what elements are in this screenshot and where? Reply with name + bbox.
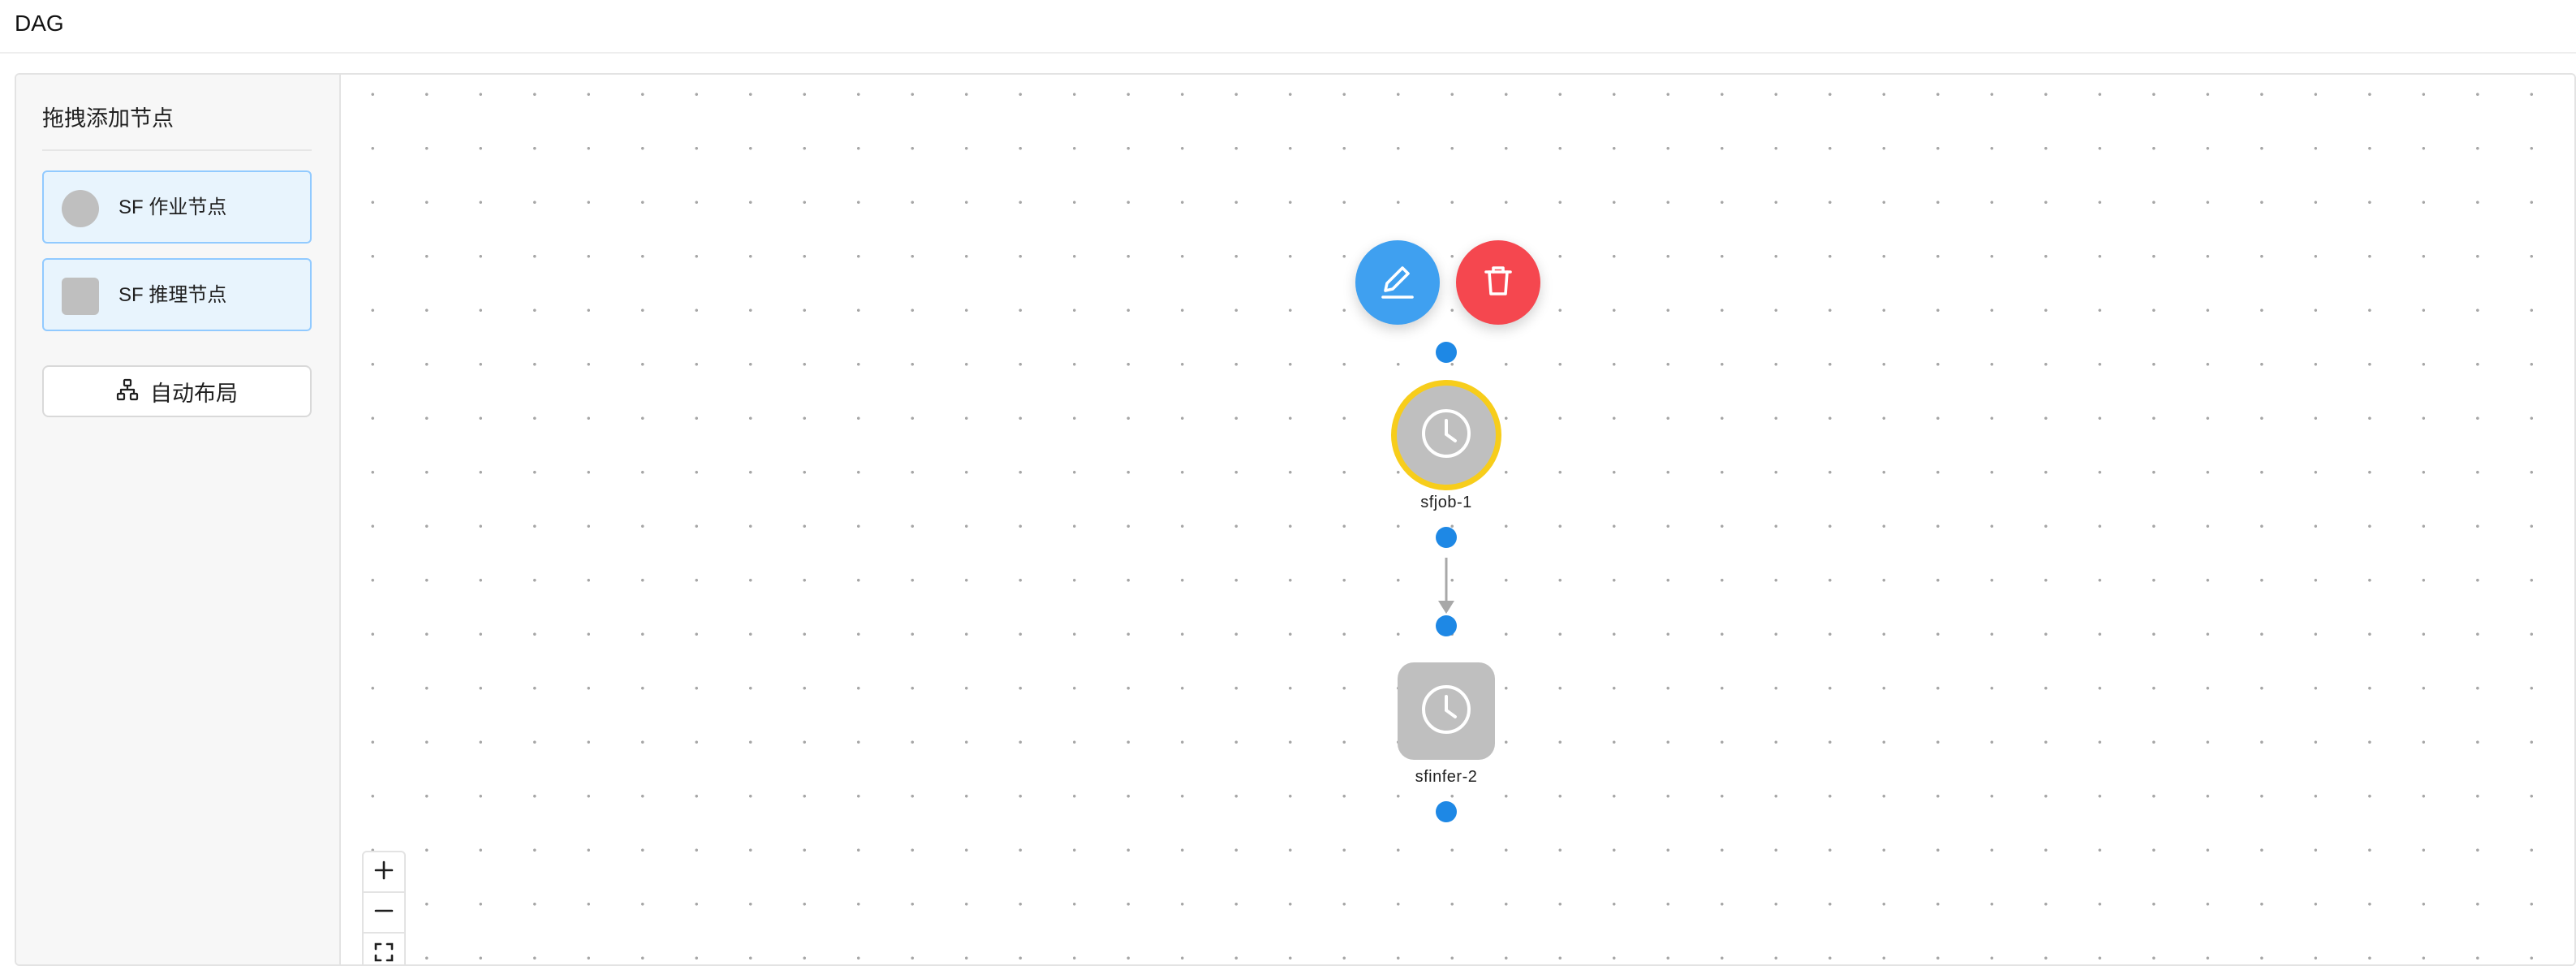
auto-layout-button[interactable]: 自动布局 (42, 365, 312, 417)
page-title: DAG (15, 10, 64, 37)
fit-view-icon (373, 942, 394, 966)
dag-editor: 拖拽添加节点 SF 作业节点 SF 推理节点 自动布局 (15, 73, 2576, 966)
square-node-shape-icon (62, 278, 99, 315)
hierarchy-icon (116, 378, 139, 405)
delete-node-button[interactable] (1456, 240, 1540, 325)
edit-node-button[interactable] (1355, 240, 1440, 325)
trash-icon (1477, 260, 1519, 306)
zoom-in-button[interactable] (364, 852, 404, 893)
palette-item-sf-job[interactable]: SF 作业节点 (42, 170, 312, 244)
node-palette-sidebar: 拖拽添加节点 SF 作业节点 SF 推理节点 自动布局 (16, 75, 341, 964)
fit-view-button[interactable] (364, 934, 404, 966)
edge-sfjob-1-to-sfinfer-2[interactable] (1438, 558, 1454, 614)
palette-item-sf-infer[interactable]: SF 推理节点 (42, 258, 312, 331)
node-output-port[interactable] (1436, 527, 1457, 548)
clock-icon (1419, 683, 1473, 740)
auto-layout-label: 自动布局 (150, 376, 238, 408)
palette-item-label: SF 作业节点 (118, 194, 226, 222)
plus-icon (373, 860, 394, 885)
node-output-port[interactable] (1436, 801, 1457, 822)
minus-icon (373, 900, 394, 925)
edit-icon (1375, 258, 1420, 308)
node-sfjob-1[interactable] (1391, 380, 1501, 490)
circle-node-shape-icon (62, 190, 99, 227)
edge-layer (341, 75, 2576, 966)
node-label: sfinfer-2 (1365, 766, 1527, 787)
palette-divider (42, 149, 312, 151)
node-input-port[interactable] (1436, 615, 1457, 636)
node-input-port[interactable] (1436, 342, 1457, 363)
node-sfinfer-2[interactable] (1398, 662, 1495, 760)
graph-canvas[interactable]: sfjob-1 sfinfer-2 (341, 75, 2576, 964)
clock-icon (1419, 407, 1473, 464)
zoom-out-button[interactable] (364, 893, 404, 934)
palette-item-label: SF 推理节点 (118, 282, 226, 309)
node-label: sfjob-1 (1365, 492, 1527, 513)
top-bar: DAG (0, 0, 2576, 54)
palette-heading: 拖拽添加节点 (42, 104, 174, 133)
zoom-controls (362, 851, 406, 966)
